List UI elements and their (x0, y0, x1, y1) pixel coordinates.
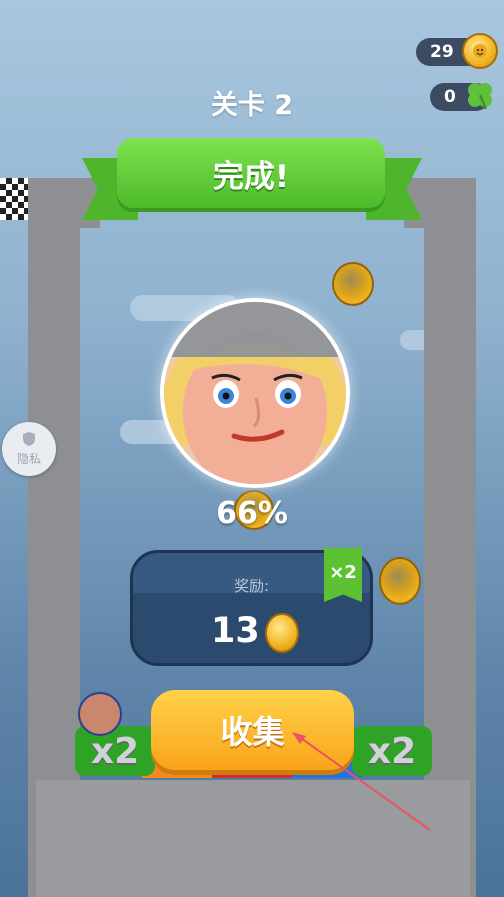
pointer-arrow (292, 732, 431, 831)
